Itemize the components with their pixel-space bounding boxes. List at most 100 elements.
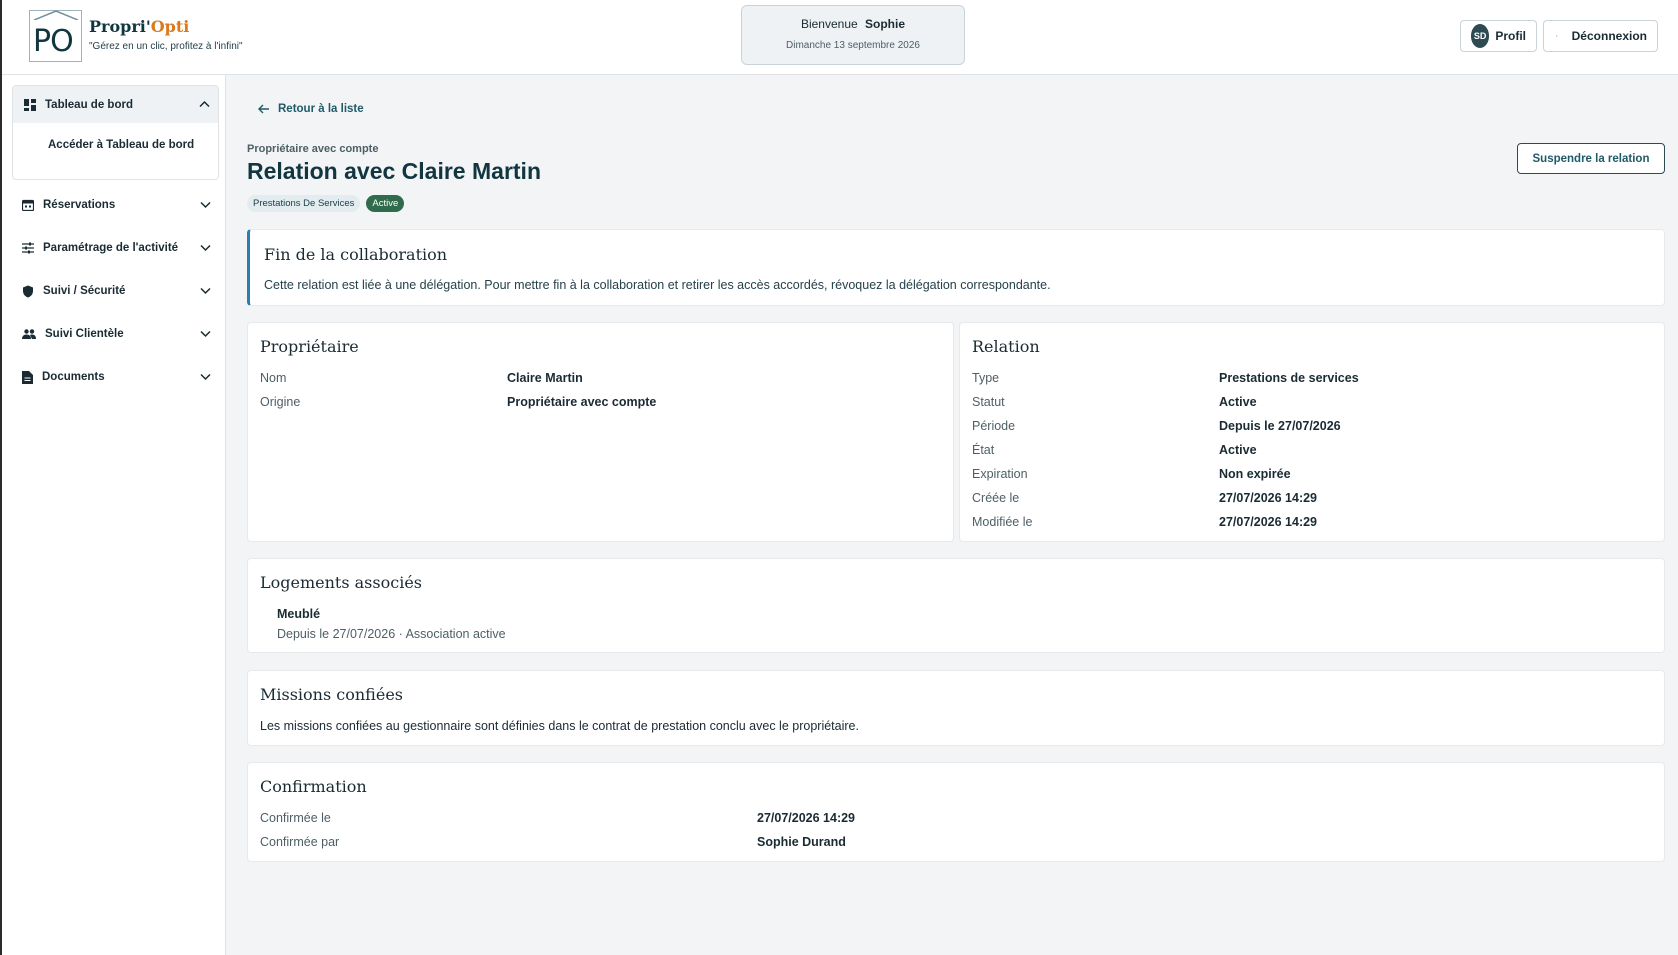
confirmation-card-title: Confirmation	[260, 777, 367, 796]
relation-row-label: Période	[972, 419, 1016, 433]
relation-row-value: Active	[1219, 395, 1257, 409]
sidebar-item-documents[interactable]: Documents	[22, 362, 214, 392]
chevron-down-icon	[200, 244, 211, 252]
collaboration-end-alert: Fin de la collaboration Cette relation e…	[247, 229, 1665, 306]
relation-row-value: 27/07/2026 14:29	[1219, 515, 1318, 529]
chevron-down-icon	[200, 201, 211, 209]
page-title: Relation avec Claire Martin	[247, 158, 541, 184]
sidebar-item-label: Suivi Clientèle	[45, 328, 124, 340]
relation-row-label: État	[972, 443, 995, 457]
owner-row-value: Claire Martin	[507, 371, 583, 385]
alert-text: Cette relation est liée à une délégation…	[264, 278, 1051, 292]
housing-association: Depuis le 27/07/2026 · Association activ…	[277, 627, 506, 641]
sidebar-item-activity-settings[interactable]: Paramétrage de l'activité	[22, 233, 214, 263]
logo[interactable]: PO	[29, 10, 82, 62]
relation-row-value-wrap: 27/07/2026 14:29	[1219, 515, 1317, 529]
people-icon	[22, 329, 36, 339]
owner-row-value: Propriétaire avec compte	[507, 395, 657, 409]
confirmation-row-value: 27/07/2026 14:29	[757, 811, 856, 825]
status-badge: Active	[366, 195, 405, 212]
sidebar-item-reservations[interactable]: Réservations	[22, 190, 214, 220]
welcome-panel: Bienvenue Sophie Dimanche 13 septembre 2…	[741, 5, 965, 65]
chevron-up-icon	[199, 100, 210, 108]
profile-label: Profil	[1495, 29, 1526, 43]
relation-card-title: Relation	[972, 337, 1040, 356]
confirmation-row-value-wrap: Sophie Durand	[757, 835, 846, 849]
owner-row-label: Nom	[260, 371, 287, 385]
relation-row-value-wrap: 27/07/2026 14:29	[1219, 491, 1317, 505]
owner-card-title: Propriétaire	[260, 337, 359, 356]
owner-row-value-wrap: Claire Martin	[507, 371, 583, 385]
confirmation-row: Confirmée par	[260, 835, 339, 849]
welcome-name: Sophie	[865, 17, 906, 31]
missions-card-title: Missions confiées	[260, 685, 403, 704]
sidebar-item-clients[interactable]: Suivi Clientèle	[22, 319, 214, 349]
current-date: Dimanche 13 septembre 2026	[786, 40, 920, 51]
calendar-icon	[22, 199, 34, 211]
suspend-relation-button[interactable]: Suspendre la relation	[1517, 143, 1665, 174]
back-link[interactable]: Retour à la liste	[258, 103, 364, 115]
relation-card: Relation Type Prestations de services Stat…	[959, 322, 1665, 542]
confirmation-row-label: Confirmée le	[260, 811, 331, 825]
sidebar-item-label: Tableau de bord	[45, 98, 133, 111]
sidebar-sublink-dashboard[interactable]: Accéder à Tableau de bord	[48, 139, 194, 151]
owner-row-label: Origine	[260, 395, 301, 409]
relation-row-value-wrap: Prestations de services	[1219, 371, 1359, 385]
relation-row-value: 27/07/2026 14:29	[1219, 491, 1318, 505]
relation-row-value-wrap: Active	[1219, 395, 1257, 409]
housing-name[interactable]: Meublé	[277, 607, 320, 621]
sidebar-item-label: Paramétrage de l'activité	[43, 242, 179, 254]
owner-row: Origine	[260, 395, 300, 409]
relation-row-label: Type	[972, 371, 1000, 385]
chevron-down-icon	[200, 287, 211, 295]
relation-row-value-wrap: Active	[1219, 443, 1257, 457]
relation-row-value-wrap: Depuis le 27/07/2026	[1219, 419, 1341, 433]
relation-row: Période	[972, 419, 1015, 433]
relation-row: Statut	[972, 395, 1005, 409]
logo-letters: PO	[33, 24, 74, 59]
type-badge: Prestations De Services	[247, 195, 361, 212]
sidebar-item-security[interactable]: Suivi / Sécurité	[22, 276, 214, 306]
welcome-label: Bienvenue	[800, 17, 858, 31]
chevron-down-icon	[200, 373, 211, 381]
logout-icon	[1556, 35, 1558, 37]
relation-row-value-wrap: Non expirée	[1219, 467, 1291, 481]
page-kicker: Propriétaire avec compte	[247, 143, 379, 155]
relation-row-value: Prestations de services	[1219, 371, 1359, 385]
house-roof-icon	[34, 10, 78, 20]
relation-row-label: Statut	[972, 395, 1005, 409]
relation-row: Modifiée le	[972, 515, 1032, 529]
relation-row: Type	[972, 371, 999, 385]
sliders-icon	[22, 242, 34, 254]
relation-chips: Prestations De Services Active	[247, 195, 405, 212]
relation-row-value: Non expirée	[1219, 467, 1291, 481]
logout-button[interactable]: Déconnexion	[1543, 20, 1658, 52]
sidebar-item-dashboard[interactable]: Tableau de bord	[13, 86, 218, 123]
document-icon	[22, 370, 33, 384]
sidebar: Tableau de bord Accéder à Tableau de bor…	[2, 75, 226, 955]
top-header: PO Propri'Opti "Gérez en un clic, profit…	[2, 0, 1678, 75]
relation-row: État	[972, 443, 994, 457]
sidebar-item-label: Réservations	[43, 199, 116, 211]
relation-row-label: Modifiée le	[972, 515, 1033, 529]
arrow-left-icon	[258, 104, 269, 114]
profile-button[interactable]: SD Profil	[1460, 20, 1537, 52]
brand-main: Propri'	[89, 17, 151, 36]
confirmation-card: Confirmation Confirmée le 27/07/2026 14:…	[247, 762, 1665, 862]
dashboard-icon	[24, 98, 36, 111]
sidebar-group-dashboard: Tableau de bord Accéder à Tableau de bor…	[12, 85, 219, 180]
relation-row-label: Créée le	[972, 491, 1020, 505]
alert-title: Fin de la collaboration	[264, 245, 448, 264]
missions-text: Les missions confiées au gestionnaire so…	[260, 719, 859, 733]
relation-row-value: Active	[1219, 443, 1257, 457]
logout-label: Déconnexion	[1571, 29, 1647, 43]
welcome-line: Bienvenue Sophie	[742, 17, 964, 31]
brand-name: Propri'Opti	[89, 17, 189, 36]
housing-card: Logements associés Meublé Depuis le 27/0…	[247, 558, 1665, 653]
sidebar-item-label: Suivi / Sécurité	[43, 285, 126, 297]
sidebar-item-label: Documents	[42, 371, 105, 383]
confirmation-row: Confirmée le	[260, 811, 331, 825]
owner-row: Nom	[260, 371, 286, 385]
owner-card: Propriétaire Nom Claire Martin Origine P…	[247, 322, 954, 542]
relation-row: Expiration	[972, 467, 1028, 481]
